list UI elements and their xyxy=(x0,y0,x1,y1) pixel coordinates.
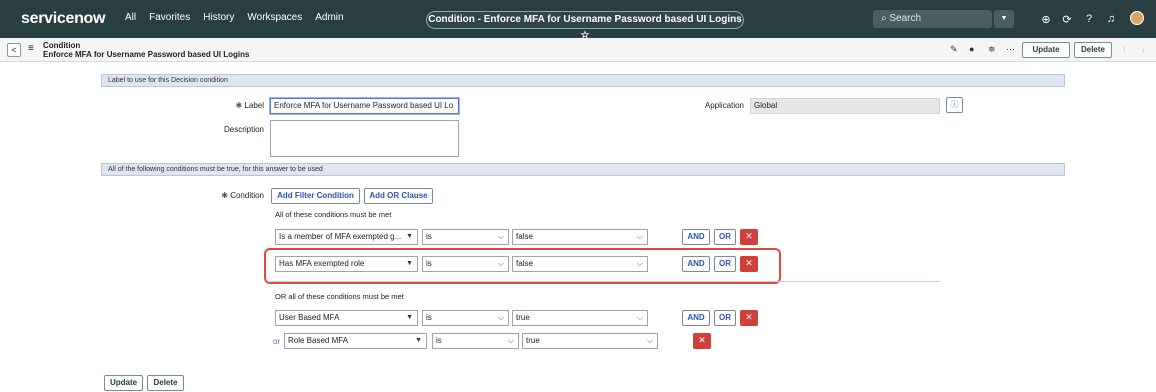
nav-workspaces[interactable]: Workspaces xyxy=(247,12,302,23)
condition-field-select[interactable]: User Based MFA ▼ xyxy=(275,310,418,326)
chevron-down-icon: ⌵ xyxy=(507,336,514,345)
value-text: false xyxy=(516,232,533,241)
nav-links: All Favorites History Workspaces Admin xyxy=(125,12,344,23)
form-header: < ≡ Condition Enforce MFA for Username P… xyxy=(0,38,1156,62)
and-button[interactable]: AND xyxy=(682,229,710,245)
dropdown-icon: ▼ xyxy=(406,314,413,321)
more-icon[interactable]: ··· xyxy=(1006,44,1015,54)
settings-icon[interactable]: ≑ xyxy=(988,44,996,55)
dropdown-icon: ▼ xyxy=(415,337,422,344)
or-button[interactable]: OR xyxy=(714,310,736,326)
operator-value: is xyxy=(426,232,432,241)
record-title-pill[interactable]: Condition - Enforce MFA for Username Pas… xyxy=(426,11,744,41)
condition-field-select[interactable]: Is a member of MFA exempted g... ▼ xyxy=(275,229,418,245)
form-table-name: Condition xyxy=(43,41,81,50)
value-text: true xyxy=(516,313,530,322)
description-input[interactable] xyxy=(270,120,459,157)
chevron-down-icon: ⌵ xyxy=(497,313,504,322)
condition-operator-select[interactable]: is ⌵ xyxy=(432,333,519,349)
delete-condition-button[interactable]: ✕ xyxy=(693,333,711,349)
search-input[interactable]: ⌕ Search xyxy=(873,10,992,28)
value-text: true xyxy=(526,336,540,345)
divider xyxy=(270,281,940,282)
field-value: Role Based MFA xyxy=(288,336,349,345)
application-field: Global xyxy=(750,98,940,114)
footer-update-button[interactable]: Update xyxy=(104,375,143,391)
back-button[interactable]: < xyxy=(7,43,21,57)
attachment-icon[interactable]: ✎ xyxy=(950,44,958,55)
servicenow-logo[interactable]: servicenow xyxy=(21,10,105,28)
section-label-header: Label to use for this Decision condition xyxy=(101,74,1065,87)
search-scope-dropdown[interactable]: ▼ xyxy=(994,10,1014,28)
field-value: Is a member of MFA exempted g... xyxy=(279,232,402,241)
and-button[interactable]: AND xyxy=(682,310,710,326)
footer-delete-button[interactable]: Delete xyxy=(147,375,184,391)
chevron-down-icon: ⌵ xyxy=(636,232,643,241)
or-prefix-label: or xyxy=(273,337,281,346)
update-button[interactable]: Update xyxy=(1022,42,1070,58)
bell-icon[interactable]: ♫ xyxy=(1105,13,1117,25)
label-text: Label xyxy=(244,101,264,110)
search-placeholder: Search xyxy=(889,13,922,24)
or-button[interactable]: OR xyxy=(714,229,736,245)
info-icon[interactable]: ● xyxy=(969,44,974,54)
chevron-down-icon: ⌵ xyxy=(636,313,643,322)
highlight-box xyxy=(264,248,781,284)
nav-favorites[interactable]: Favorites xyxy=(149,12,190,23)
top-nav: servicenow All Favorites History Workspa… xyxy=(0,0,1156,41)
or-conditions-text: OR all of these conditions must be met xyxy=(275,292,404,301)
condition-label-text: Condition xyxy=(230,191,264,200)
operator-value: is xyxy=(426,313,432,322)
dropdown-icon: ▼ xyxy=(406,233,413,240)
delete-condition-button[interactable]: ✕ xyxy=(740,310,758,326)
condition-value-select[interactable]: false ⌵ xyxy=(512,229,648,245)
operator-value: is xyxy=(436,336,442,345)
label-input[interactable]: Enforce MFA for Username Password based … xyxy=(270,98,459,114)
down-arrow-icon[interactable]: ↓ xyxy=(1141,44,1146,54)
add-filter-condition-button[interactable]: Add Filter Condition xyxy=(271,188,360,204)
nav-all[interactable]: All xyxy=(125,12,136,23)
application-label: Application xyxy=(704,101,744,110)
chevron-down-icon: ⌵ xyxy=(497,232,504,241)
globe-icon[interactable]: ⊕ xyxy=(1040,13,1052,26)
menu-icon[interactable]: ≡ xyxy=(28,43,34,54)
all-conditions-text: All of these conditions must be met xyxy=(275,210,392,219)
up-arrow-icon[interactable]: ↑ xyxy=(1122,44,1127,54)
label-field-label: ✱ Label xyxy=(235,101,264,110)
add-or-clause-button[interactable]: Add OR Clause xyxy=(364,188,433,204)
field-value: User Based MFA xyxy=(279,313,340,322)
description-label: Description xyxy=(223,125,264,134)
share-icon[interactable]: ⟳ xyxy=(1061,13,1073,26)
condition-field-select[interactable]: Role Based MFA ▼ xyxy=(284,333,427,349)
condition-value-select[interactable]: true ⌵ xyxy=(512,310,648,326)
nav-history[interactable]: History xyxy=(203,12,234,23)
avatar[interactable] xyxy=(1130,11,1144,25)
condition-operator-select[interactable]: is ⌵ xyxy=(422,229,509,245)
condition-field-label: ✱ Condition xyxy=(221,191,264,200)
delete-button[interactable]: Delete xyxy=(1074,42,1112,58)
form-record-name: Enforce MFA for Username Password based … xyxy=(43,50,250,59)
section-conditions-header: All of the following conditions must be … xyxy=(101,163,1065,176)
chevron-down-icon: ⌵ xyxy=(646,336,653,345)
nav-admin[interactable]: Admin xyxy=(315,12,343,23)
info-button[interactable]: ⓘ xyxy=(946,97,963,113)
condition-value-select[interactable]: true ⌵ xyxy=(522,333,658,349)
delete-condition-button[interactable]: ✕ xyxy=(740,229,758,245)
condition-operator-select[interactable]: is ⌵ xyxy=(422,310,509,326)
help-icon[interactable]: ? xyxy=(1083,13,1095,25)
